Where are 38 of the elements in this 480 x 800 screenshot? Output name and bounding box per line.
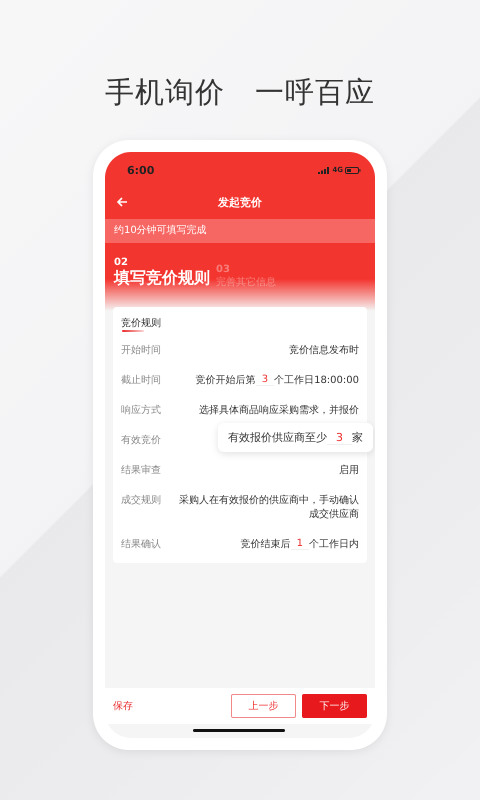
value-text: 家 [352,430,363,445]
value-text: 竞价开始后第 [196,374,256,387]
row-label: 截止时间 [121,374,162,387]
step-number: 02 [114,257,129,268]
back-arrow-icon[interactable] [117,197,128,207]
value-text: 启用 [339,464,359,477]
number-field[interactable]: 3 [327,430,352,444]
battery-icon [345,166,361,174]
notice-banner: 约10分钟可填写完成 [105,219,375,243]
card-title: 竞价规则 [121,318,161,330]
signal-icon [318,166,330,174]
clock-time: 6:00 [127,164,154,176]
value-text: 个工作日18:00:00 [274,374,359,387]
row-label: 结果确认 [121,538,162,551]
row-label: 结果审查 [121,464,162,477]
save-link[interactable]: 保存 [113,699,133,713]
screen-title: 发起竞价 [216,194,263,210]
value-text: 采购人在有效报价的供应商中，手动确认成交供应商 [178,494,359,521]
step-label: 完善其它信息 [216,276,276,289]
previous-button[interactable]: 上一步 [231,694,296,718]
row-label: 响应方式 [121,404,162,417]
headline-text: 手机询价 [105,74,225,110]
value-text: 有效报价供应商至少 [228,430,327,445]
headline-text: 一呼百应 [255,74,375,110]
step-number: 03 [216,264,231,275]
next-button[interactable]: 下一步 [302,694,367,718]
value-text: 个工作日内 [309,538,359,551]
step-label: 填写竞价规则 [114,268,210,289]
row-label: 开始时间 [121,344,162,357]
number-field[interactable]: 1 [290,538,309,550]
title-underline [122,330,144,332]
value-text: 选择具体商品响应采购需求，并报价 [199,404,359,417]
value-text: 竞价结束后 [240,538,291,551]
step-item[interactable]: 02 填写竞价规则 [114,257,210,289]
number-field[interactable]: 3 [256,374,274,386]
value-text: 竞价信息发布时 [289,344,359,357]
row-label: 有效竞价 [121,434,162,447]
row-label: 成交规则 [121,494,162,507]
